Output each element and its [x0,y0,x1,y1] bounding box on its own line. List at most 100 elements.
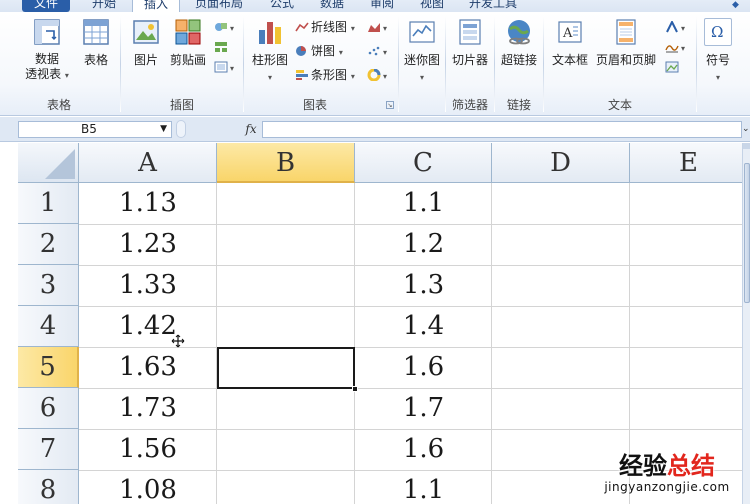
chevron-down-icon[interactable]: ▼ [160,122,167,137]
pie-chart-button[interactable]: 饼图 ▾ [295,42,343,60]
cell-c6[interactable]: 1.7 [355,388,492,429]
other-charts-button[interactable]: ▾ [367,66,387,84]
scrollbar-thumb[interactable] [744,163,750,303]
line-chart-button[interactable]: 折线图 ▾ [295,18,355,36]
cell-a4[interactable]: 1.42 [79,306,217,347]
row-header-7[interactable]: 7 [18,429,79,470]
sparkline-button[interactable]: 迷你图 ▾ [400,18,444,86]
table-icon [82,18,110,46]
picture-button[interactable]: 图片 [128,18,164,68]
row-header-3[interactable]: 3 [18,265,79,306]
group-text-label: 文本 [607,98,632,112]
worksheet-grid[interactable]: A B C D E 1 1.13 1.1 2 1.23 1.2 3 1.33 1… [18,143,742,504]
tab-review[interactable]: 审阅 [360,0,404,12]
group-divider [243,16,244,112]
shapes-button[interactable]: ▾ [214,18,234,36]
table-button[interactable]: 表格 [76,18,116,68]
hyperlink-label: 超链接 [500,53,537,67]
smartart-button[interactable] [214,38,230,56]
column-header-b[interactable]: B [217,143,355,183]
tab-insert[interactable]: 插入 [132,0,180,12]
tab-developer[interactable]: 开发工具 [462,0,524,12]
slicer-button[interactable]: 切片器 [447,18,493,68]
charts-dialog-launcher[interactable]: ↘ [386,101,394,109]
textbox-button[interactable]: A 文本框 [547,18,593,68]
hyperlink-icon [505,18,533,46]
column-chart-button[interactable]: 柱形图 ▾ [247,18,293,86]
cell-a5[interactable]: 1.63 [79,347,217,388]
symbol-label: 符号 ▾ [705,53,730,82]
cell-c2[interactable]: 1.2 [355,224,492,265]
cell-a2[interactable]: 1.23 [79,224,217,265]
hyperlink-button[interactable]: 超链接 [496,18,542,68]
cell-c5[interactable]: 1.6 [355,347,492,388]
watermark-title: 经验总结 [619,452,715,480]
formula-bar: B5 ▼ fx ⌄ [0,117,750,142]
cell-c3[interactable]: 1.3 [355,265,492,306]
cell-c7[interactable]: 1.6 [355,429,492,470]
row-header-6[interactable]: 6 [18,388,79,429]
tab-data[interactable]: 数据 [310,0,354,12]
wordart-button[interactable]: ▾ [665,18,685,36]
header-footer-button[interactable]: 页眉和页脚 [595,18,657,68]
row-header-8[interactable]: 8 [18,470,79,504]
clipart-icon [174,18,202,46]
picture-icon [132,18,160,46]
insert-function-button[interactable]: fx [240,120,262,138]
signature-line-button[interactable]: ▾ [665,38,685,56]
cell-a3[interactable]: 1.33 [79,265,217,306]
column-header-e[interactable]: E [630,143,742,183]
cell-c4[interactable]: 1.4 [355,306,492,347]
watermark-url: jingyanzongjie.com [604,480,730,494]
pivot-table-label-2: 透视表 ▾ [25,67,69,81]
column-header-c[interactable]: C [355,143,492,183]
symbol-button[interactable]: Ω 符号 ▾ [698,18,738,86]
row-header-5[interactable]: 5 [18,347,79,388]
scatter-chart-icon [367,44,381,56]
name-box[interactable]: B5 ▼ [18,121,172,138]
cell-a8[interactable]: 1.08 [79,470,217,504]
row-header-4[interactable]: 4 [18,306,79,347]
group-filter-label: 筛选器 [451,98,488,112]
bar-chart-icon [295,68,309,80]
tab-file[interactable]: 文件 [22,0,70,12]
vertical-scrollbar[interactable] [742,143,750,504]
area-chart-button[interactable]: ▾ [367,18,387,36]
tab-view[interactable]: 视图 [410,0,454,12]
tab-formulas[interactable]: 公式 [260,0,304,12]
cell-a6[interactable]: 1.73 [79,388,217,429]
bar-chart-button[interactable]: 条形图 ▾ [295,66,355,84]
formula-input[interactable] [262,121,742,138]
tab-page-layout[interactable]: 页面布局 [186,0,252,12]
active-cell-b5[interactable] [217,347,355,389]
line-chart-label: 折线图 [311,20,348,34]
scatter-chart-button[interactable]: ▾ [367,42,387,60]
cell-c8[interactable]: 1.1 [355,470,492,504]
row-header-1[interactable]: 1 [18,183,79,224]
move-cursor-icon [171,334,185,348]
cell-a1[interactable]: 1.13 [79,183,217,224]
select-all-button[interactable] [18,143,79,183]
group-divider [398,16,399,112]
column-header-d[interactable]: D [492,143,630,183]
pivot-table-label-1: 数据 [34,52,59,66]
column-header-a[interactable]: A [79,143,217,183]
split-box[interactable] [743,143,750,149]
cell-c1[interactable]: 1.1 [355,183,492,224]
fill-handle[interactable] [352,386,358,392]
clipart-button[interactable]: 剪贴画 [166,18,210,68]
object-button[interactable] [665,58,681,76]
row-header-2[interactable]: 2 [18,224,79,265]
expand-formula-bar-icon[interactable]: ⌄ [742,121,750,138]
help-icon[interactable]: ◆ [732,1,742,10]
cell-a7[interactable]: 1.56 [79,429,217,470]
group-illustrations: 图片 剪贴画 ▾ ▾ 插图 [122,12,242,115]
group-divider [696,16,697,112]
tab-home[interactable]: 开始 [82,0,126,12]
formula-bar-splitter[interactable] [176,120,186,138]
screenshot-button[interactable]: ▾ [214,58,234,76]
wordart-icon [665,19,679,33]
pivot-table-button[interactable]: 数据 透视表 ▾ [20,18,74,83]
group-links-label: 链接 [506,98,531,112]
column-chart-icon [256,18,284,46]
